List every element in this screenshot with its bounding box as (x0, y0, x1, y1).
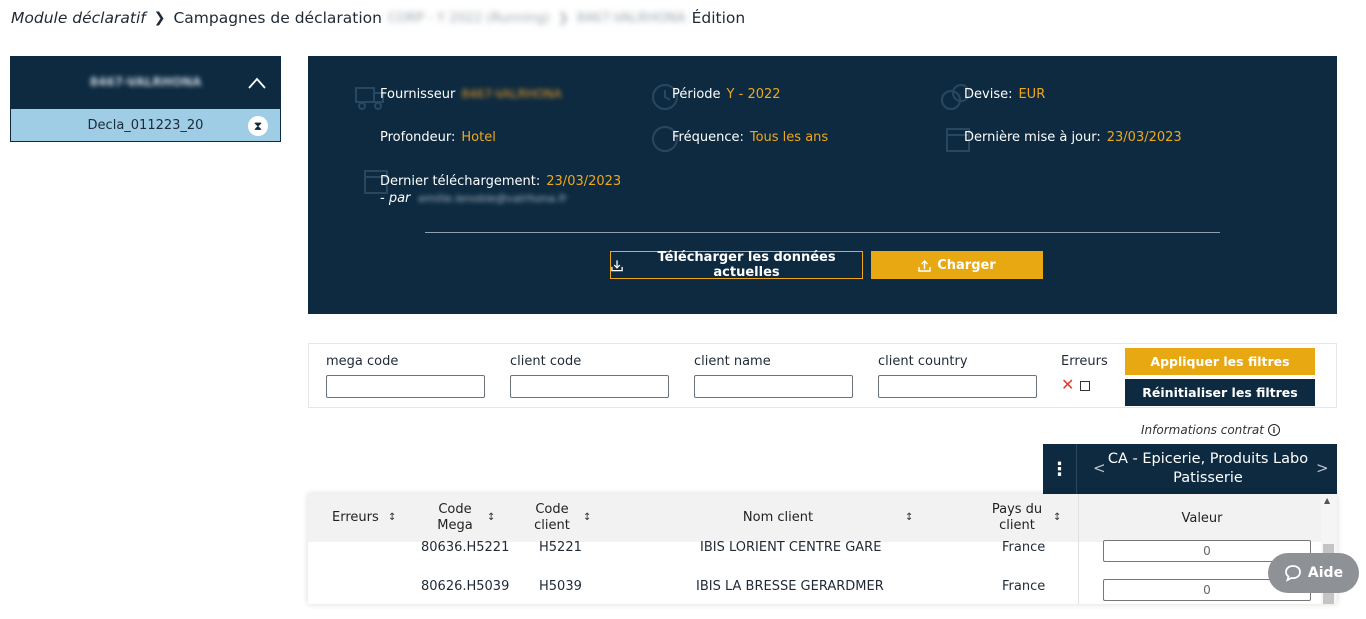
profondeur-value: Hotel (461, 130, 496, 145)
help-label: Aide (1307, 565, 1344, 581)
par-value: emilie.lenoble@valrhona.fr (418, 192, 567, 205)
hourglass-icon: ⧗ (248, 116, 268, 136)
devise-value: EUR (1018, 87, 1046, 102)
download-icon (611, 259, 623, 271)
download-data-button[interactable]: Télécharger les données actuelles (610, 250, 863, 280)
breadcrumb: Module déclaratif ❯ Campagnes de déclara… (11, 9, 745, 27)
th-pays-client[interactable]: Pays du client (988, 502, 1046, 534)
upload-label: Charger (937, 257, 996, 273)
profondeur-field: Profondeur: Hotel (380, 130, 496, 145)
client-country-input[interactable] (878, 375, 1037, 398)
th-valeur: Valeur (1078, 494, 1325, 542)
client-name-label: client name (694, 354, 771, 369)
table-row: 80626.H5039 H5039 IBIS LA BRESSE GERARDM… (308, 571, 1321, 604)
th-erreurs[interactable]: Erreurs (332, 510, 379, 526)
fournisseur-value: 8467-VALRHONA (461, 87, 562, 101)
fournisseur-label: Fournisseur (380, 87, 456, 102)
th-nom-client[interactable]: Nom client (718, 510, 838, 526)
download-data-label: Télécharger les données actuelles (657, 250, 836, 280)
th-code-client[interactable]: Code client (528, 502, 576, 534)
sidebar-item-label: Decla_011223_20 (87, 117, 204, 133)
fournisseur-field: Fournisseur 8467-VALRHONA (380, 87, 562, 102)
cell-pays: France (1002, 579, 1046, 594)
chat-bubble-icon (1285, 565, 1301, 582)
contract-column-title: CA - Epicerie, Produits Labo Patisserie (1107, 451, 1309, 486)
devise-label: Devise: (964, 87, 1013, 102)
breadcrumb-module[interactable]: Module déclaratif (11, 9, 146, 27)
erreurs-filter-label: Erreurs (1061, 354, 1108, 369)
par-field: - par emilie.lenoble@valrhona.fr (380, 191, 567, 206)
scroll-up-icon[interactable]: ▲ (1324, 496, 1330, 505)
upload-icon (918, 259, 931, 272)
chevron-right-icon: ❯ (153, 10, 166, 26)
campaign-info-panel: Fournisseur 8467-VALRHONA Période Y - 2022… (308, 56, 1337, 314)
cell-code-client: H5221 (539, 540, 582, 555)
cell-code-mega: 80626.H5039 (421, 579, 510, 594)
maj-label: Dernière mise à jour: (964, 130, 1101, 145)
chevron-right-icon[interactable]: > (1316, 459, 1329, 477)
periode-value: Y - 2022 (726, 87, 781, 102)
table-header: Erreurs ↕ Code Mega ↕ Code client ↕ Nom … (308, 494, 1337, 542)
sort-icon[interactable]: ↕ (583, 512, 591, 523)
chevron-left-icon[interactable]: < (1093, 459, 1106, 477)
contract-column-header: ⋮ < CA - Epicerie, Produits Labo Patisse… (1043, 444, 1337, 494)
cell-nom-client: IBIS LORIENT CENTRE GARE (700, 540, 882, 555)
sort-icon[interactable]: ↕ (905, 512, 913, 523)
dernier-telechargement-field: Dernier téléchargement: 23/03/2023 (380, 174, 621, 189)
devise-field: Devise: EUR (964, 87, 1045, 102)
breadcrumb-supplier[interactable]: 8467-VALRHONA (577, 11, 686, 26)
client-name-input[interactable] (694, 375, 853, 398)
column-divider (1078, 542, 1079, 604)
sort-icon[interactable]: ↕ (1053, 512, 1061, 523)
upload-button[interactable]: Charger (871, 251, 1043, 279)
sidebar-supplier-header[interactable]: 8467-VALRHONA (10, 56, 281, 108)
periode-field: Période Y - 2022 (672, 87, 781, 102)
frequence-field: Fréquence: Tous les ans (672, 130, 828, 145)
mega-code-input[interactable] (326, 375, 485, 398)
dl-value: 23/03/2023 (546, 174, 622, 189)
info-icon: i (1267, 424, 1280, 436)
sidebar-supplier-name: 8467-VALRHONA (89, 75, 202, 89)
info-divider (425, 232, 1220, 233)
help-button[interactable]: Aide (1268, 553, 1359, 593)
client-country-label: client country (878, 354, 968, 369)
cell-code-client: H5039 (539, 579, 582, 594)
sort-icon[interactable]: ↕ (388, 512, 396, 523)
erreurs-checkbox[interactable] (1080, 381, 1090, 391)
contract-info-label: Informations contrat (1141, 423, 1264, 437)
maj-field: Dernière mise à jour: 23/03/2023 (964, 130, 1182, 145)
frequence-value: Tous les ans (749, 130, 829, 145)
breadcrumb-campaigns[interactable]: Campagnes de déclaration (173, 9, 382, 27)
cell-pays: France (1002, 540, 1046, 555)
cell-code-mega: 80636.H5221 (421, 540, 510, 555)
cell-nom-client: IBIS LA BRESSE GERARDMER (696, 579, 884, 594)
sort-icon[interactable]: ↕ (487, 512, 495, 523)
apply-filters-button[interactable]: Appliquer les filtres (1125, 348, 1315, 375)
breadcrumb-campaign[interactable]: CORP - Y 2022 (Running) (388, 11, 550, 26)
error-x-icon: ✕ (1061, 375, 1075, 394)
reset-filters-button[interactable]: Réinitialiser les filtres (1125, 379, 1315, 406)
frequence-label: Fréquence: (672, 130, 744, 145)
profondeur-label: Profondeur: (380, 130, 456, 145)
par-label: - par (380, 191, 411, 206)
maj-value: 23/03/2023 (1106, 130, 1182, 145)
sidebar-item-declaration[interactable]: Decla_011223_20 ⧗ (10, 108, 281, 142)
declaration-table: Erreurs ↕ Code Mega ↕ Code client ↕ Nom … (308, 494, 1337, 604)
declaration-sidebar: 8467-VALRHONA Decla_011223_20 ⧗ (10, 56, 281, 142)
dl-label: Dernier téléchargement: (380, 174, 541, 189)
kebab-menu-icon[interactable]: ⋮ (1043, 444, 1077, 494)
breadcrumb-mode: Édition (691, 9, 746, 27)
chevron-right-icon: ❯ (557, 10, 569, 26)
mega-code-label: mega code (326, 354, 399, 369)
contract-info-link[interactable]: Informations contrat i (1141, 423, 1280, 437)
th-code-mega[interactable]: Code Mega (430, 502, 480, 534)
client-code-input[interactable] (510, 375, 669, 398)
chevron-up-icon[interactable] (248, 75, 266, 93)
client-code-label: client code (510, 354, 582, 369)
periode-label: Période (672, 87, 721, 102)
filters-bar: mega code client code client name client… (308, 343, 1337, 408)
